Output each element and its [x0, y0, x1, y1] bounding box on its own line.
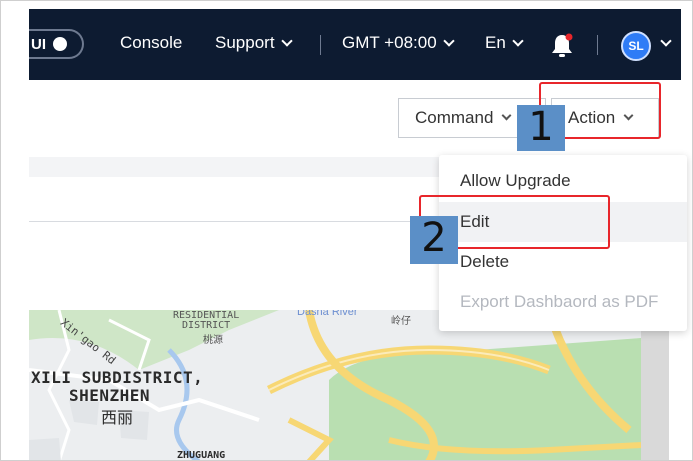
chevron-down-icon — [442, 34, 455, 47]
language-menu[interactable]: En — [485, 33, 526, 53]
vertical-scrollbar[interactable] — [641, 310, 669, 460]
map-label-subdistrict: XILI SUBDISTRICT, — [31, 368, 204, 387]
bell-icon[interactable] — [550, 33, 574, 59]
map-label-city: SHENZHEN — [69, 386, 151, 405]
nav-divider — [597, 35, 598, 55]
map-label-district: RESIDENTIAL DISTRICT — [173, 310, 240, 331]
divider — [29, 221, 469, 222]
menu-item-label: Export Dashbaord as PDF — [460, 292, 659, 311]
step-badge-2: 2 — [410, 216, 458, 264]
chevron-down-icon[interactable] — [660, 35, 672, 47]
language-label: En — [485, 33, 506, 52]
map-label-river: Dasha River — [297, 310, 358, 318]
menu-item-label: Delete — [460, 252, 510, 271]
console-label: Console — [120, 33, 183, 52]
map-view[interactable]: Xin'gao Rd RESIDENTIAL DISTRICT 桃源 Dasha… — [29, 310, 641, 461]
screenshot-frame: UI Console Support GMT +08:00 En SL Comm… — [0, 0, 693, 461]
ui-toggle-label: UI — [31, 35, 46, 53]
menu-item-export-pdf: Export Dashbaord as PDF — [439, 282, 687, 322]
chevron-down-icon — [501, 110, 512, 121]
command-label: Command — [415, 108, 494, 127]
ui-mode-toggle[interactable]: UI — [29, 29, 84, 59]
support-menu[interactable]: Support — [215, 33, 295, 53]
nav-divider — [320, 35, 321, 55]
timezone-label: GMT +08:00 — [342, 33, 437, 52]
toggle-knob — [53, 37, 67, 51]
timezone-menu[interactable]: GMT +08:00 — [342, 33, 457, 53]
step-badge-1: 1 — [517, 105, 565, 151]
console-link[interactable]: Console — [120, 33, 182, 53]
support-label: Support — [215, 33, 275, 52]
menu-item-label: Allow Upgrade — [460, 171, 571, 190]
user-avatar[interactable]: SL — [621, 31, 651, 61]
map-label-district-cn: 桃源 — [203, 335, 223, 346]
map-label-area: ZHUGUANG — [177, 450, 226, 461]
top-navigation-bar: UI Console Support GMT +08:00 En SL — [29, 9, 681, 80]
chevron-down-icon — [512, 34, 524, 47]
map-label-place-cn: 岭仔 — [391, 316, 411, 327]
avatar-initials: SL — [628, 39, 644, 53]
notification-dot — [565, 33, 573, 41]
map-label-subdistrict-cn: 西丽 — [101, 408, 134, 427]
chevron-down-icon — [280, 34, 293, 47]
